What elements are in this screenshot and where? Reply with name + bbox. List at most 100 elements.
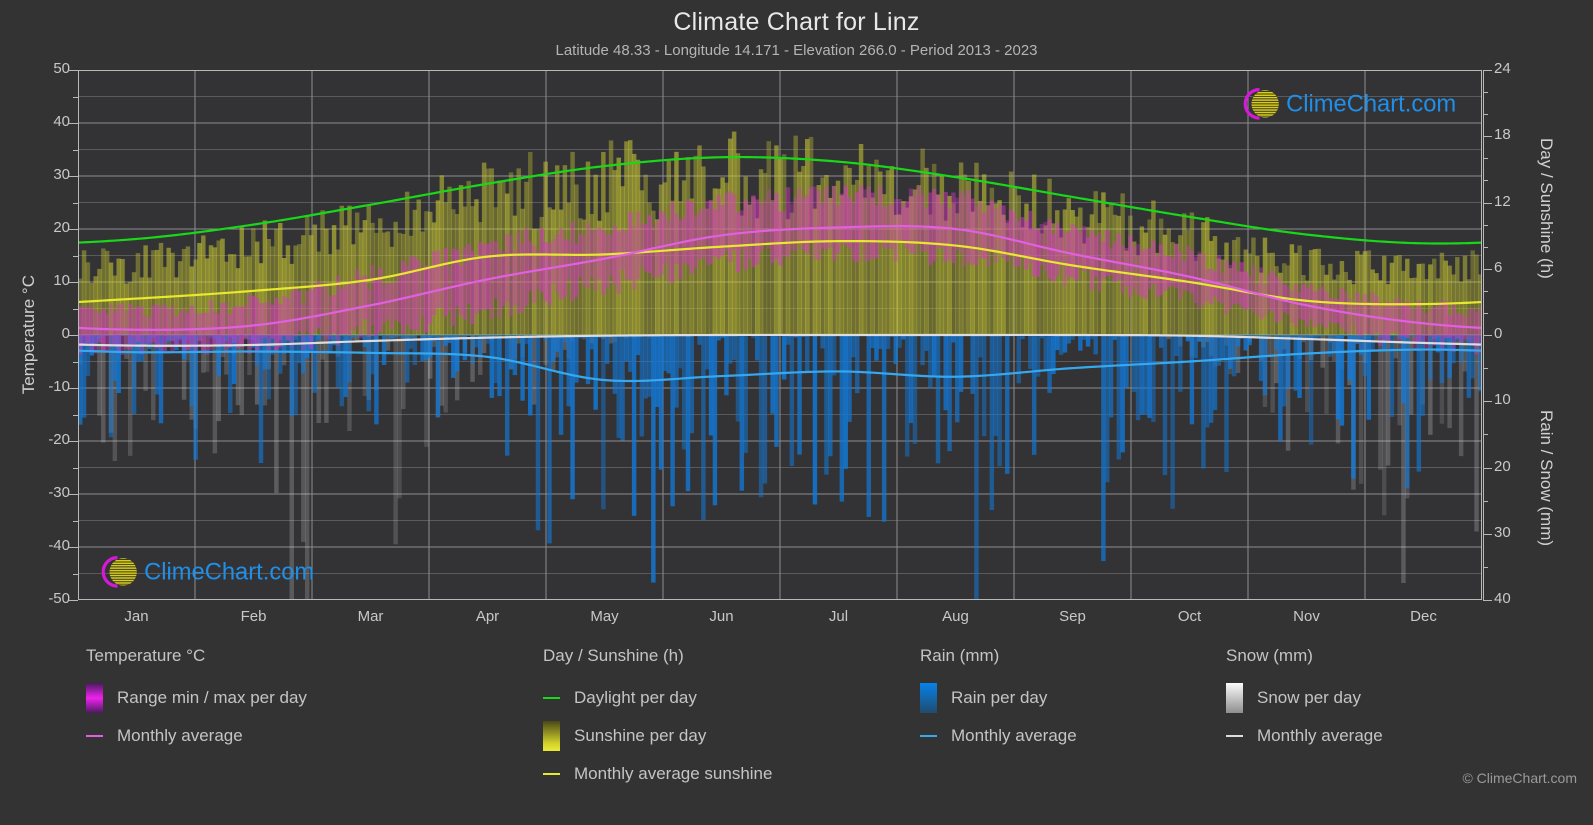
right-tick-mark: [1483, 136, 1492, 138]
left-tick-mark: [73, 573, 78, 575]
x-tick-label: May: [590, 608, 619, 625]
swatch-snow-avg-line-icon: [1226, 735, 1243, 737]
right-tick-label-top: 6: [1494, 258, 1503, 276]
left-tick-mark: [69, 282, 78, 283]
left-tick-label: 50: [53, 60, 70, 77]
legend-item-sunshine[interactable]: Sunshine per day: [543, 717, 943, 755]
left-tick-mark: [69, 335, 78, 336]
swatch-rain-icon: [920, 683, 937, 713]
swatch-snow-icon: [1226, 683, 1243, 713]
left-tick-label: -20: [48, 431, 70, 448]
legend-item-snow-avg[interactable]: Monthly average: [1226, 717, 1556, 755]
x-tick-label: Feb: [240, 608, 267, 625]
legend-group-snow: Snow (mm) Snow per day Monthly average: [1226, 645, 1556, 755]
legend-label: Range min / max per day: [117, 688, 307, 707]
left-tick-mark: [69, 229, 78, 230]
svg-text:ClimeChart.com: ClimeChart.com: [1286, 91, 1456, 117]
right-tick-mark: [1483, 335, 1492, 336]
left-tick-mark: [69, 123, 78, 124]
left-tick-mark: [69, 441, 78, 442]
legend-label: Snow per day: [1257, 688, 1361, 707]
legend-label: Monthly average: [1257, 726, 1383, 745]
left-tick-mark: [73, 361, 78, 363]
right-tick-mark: [1483, 533, 1492, 535]
climechart-logo: ClimeChart.com: [101, 555, 314, 588]
climechart-logo: ClimeChart.com: [1243, 87, 1456, 120]
left-tick-mark: [73, 149, 78, 151]
x-tick-label: Oct: [1177, 608, 1202, 625]
x-tick-label: Apr: [475, 608, 500, 625]
left-tick-label: 40: [53, 113, 70, 130]
right-tick-mark: [1483, 202, 1492, 204]
swatch-temp-avg-line-icon: [86, 735, 103, 737]
swatch-daylight-line-icon: [543, 697, 560, 699]
left-tick-label: -40: [48, 537, 70, 554]
left-tick-label: 0: [61, 325, 70, 342]
right-tick-mark: [1483, 467, 1492, 469]
legend-label: Daylight per day: [574, 688, 697, 707]
logo-watermark-bottom: ClimeChart.com: [88, 550, 326, 599]
legend-item-daylight[interactable]: Daylight per day: [543, 679, 943, 717]
left-tick-mark: [73, 96, 78, 98]
right-tick-mark: [1483, 268, 1492, 270]
legend-label: Monthly average: [951, 726, 1077, 745]
x-tick-label: Mar: [357, 608, 384, 625]
legend-item-rain[interactable]: Rain per day: [920, 679, 1220, 717]
legend-heading: Snow (mm): [1226, 646, 1313, 665]
left-tick-label: -50: [48, 590, 70, 607]
legend-label: Monthly average: [117, 726, 243, 745]
swatch-temp-range-icon: [86, 683, 103, 713]
right-tick-label-top: 18: [1494, 126, 1511, 144]
legend-label: Monthly average sunshine: [574, 764, 773, 783]
page-subtitle: Latitude 48.33 - Longitude 14.171 - Elev…: [555, 42, 1038, 59]
legend-item-snow[interactable]: Snow per day: [1226, 679, 1556, 717]
left-tick-mark: [69, 547, 78, 548]
left-tick-mark: [73, 255, 78, 257]
swatch-sunshine-avg-line-icon: [543, 773, 560, 775]
right-tick-mark: [1483, 401, 1492, 403]
left-tick-mark: [73, 202, 78, 204]
left-tick-mark: [69, 70, 78, 71]
legend-group-daysunshine: Day / Sunshine (h) Daylight per day Suns…: [543, 645, 943, 793]
x-tick-label: Jun: [709, 608, 734, 625]
legend-group-temperature: Temperature °C Range min / max per day M…: [86, 645, 516, 755]
legend-item-rain-avg[interactable]: Monthly average: [920, 717, 1220, 755]
legend-item-temp-avg[interactable]: Monthly average: [86, 717, 516, 755]
copyright-notice: © ClimeChart.com: [1462, 770, 1577, 786]
legend-item-temp-range[interactable]: Range min / max per day: [86, 679, 516, 717]
legend-heading: Temperature °C: [86, 646, 206, 665]
legend-heading: Rain (mm): [920, 646, 1000, 665]
svg-text:ClimeChart.com: ClimeChart.com: [144, 559, 314, 585]
left-tick-mark: [73, 414, 78, 416]
x-tick-label: Nov: [1293, 608, 1320, 625]
legend-group-rain: Rain (mm) Rain per day Monthly average: [920, 645, 1220, 755]
right-tick-mark: [1483, 70, 1492, 71]
logo-watermark-top: ClimeChart.com: [1230, 82, 1468, 131]
left-tick-mark: [73, 308, 78, 310]
right-axis-title-top: Day / Sunshine (h): [1537, 137, 1556, 279]
left-tick-mark: [69, 388, 78, 389]
climate-chart-svg: [78, 70, 1482, 600]
right-axis-spine: [1483, 70, 1484, 600]
x-tick-label: Dec: [1410, 608, 1437, 625]
legend-label: Sunshine per day: [574, 726, 707, 745]
right-tick-label-top: 24: [1494, 60, 1511, 77]
x-tick-label: Aug: [942, 608, 969, 625]
right-tick-label-bottom: 30: [1494, 523, 1511, 541]
left-tick-label: 10: [53, 272, 70, 289]
right-tick-label-bottom: 10: [1494, 391, 1511, 409]
page-title: Climate Chart for Linz: [673, 8, 920, 36]
legend-heading: Day / Sunshine (h): [543, 646, 684, 665]
left-tick-label: 20: [53, 219, 70, 236]
left-tick-label: 30: [53, 166, 70, 183]
right-tick-label-top: 0: [1494, 325, 1503, 342]
right-axis-title-bottom: Rain / Snow (mm): [1537, 409, 1556, 547]
legend-item-sunshine-avg[interactable]: Monthly average sunshine: [543, 755, 943, 793]
plot-area: ClimeChart.com ClimeChart.com: [78, 70, 1482, 600]
x-tick-label: Jul: [828, 608, 849, 625]
x-tick-label: Sep: [1059, 608, 1086, 625]
left-tick-mark: [69, 600, 78, 601]
swatch-sunshine-icon: [543, 721, 560, 751]
left-tick-label: -30: [48, 484, 70, 501]
left-tick-mark: [69, 176, 78, 177]
